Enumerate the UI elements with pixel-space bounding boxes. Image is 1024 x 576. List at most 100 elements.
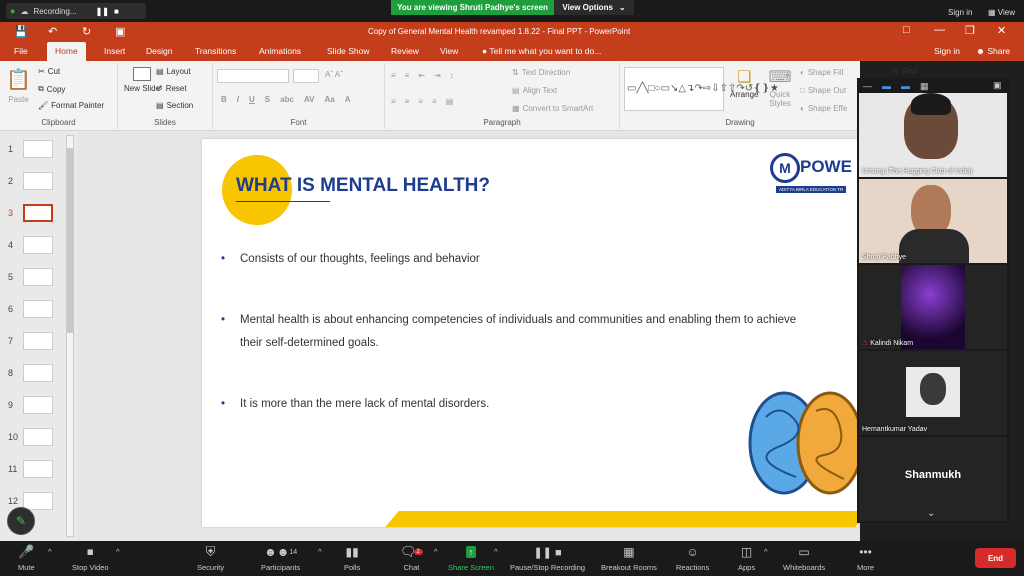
present-icon[interactable]: ▣ <box>115 25 125 38</box>
thumbnail-6[interactable]: 6 <box>4 299 74 321</box>
tab-slide-show[interactable]: Slide Show <box>319 42 378 61</box>
undo-icon[interactable]: ↶ <box>48 25 57 38</box>
thumbnail-8[interactable]: 8 <box>4 363 74 385</box>
list-buttons[interactable]: ≡ ≡ ⇤ ⇥ ↕ <box>391 71 454 80</box>
thumbnail-7[interactable]: 7 <box>4 331 74 353</box>
participant-tile-2[interactable]: Shruti Padhye <box>859 179 1007 263</box>
shape-effects-button[interactable]: ◐ Shape Effe <box>800 104 847 113</box>
pop-out-icon[interactable]: ▣ <box>993 80 1002 91</box>
arrange-button[interactable]: ❏ Arrange <box>730 67 758 99</box>
strip-view-icon[interactable]: ▬ <box>882 81 891 92</box>
thumbnail-9[interactable]: 9 <box>4 395 74 417</box>
tab-design[interactable]: Design <box>138 42 180 61</box>
stop-recording-icon[interactable]: ■ <box>114 7 119 16</box>
more-button[interactable]: ••• More <box>857 543 874 572</box>
security-button[interactable]: ⛨ Security <box>197 543 224 572</box>
quick-styles-button[interactable]: ⌨ Quick Styles <box>766 67 794 108</box>
panel-view-controls[interactable]: — ▬ ▬ ▦ <box>863 81 929 92</box>
tab-view[interactable]: View <box>432 42 466 61</box>
thumbnails-scrollbar[interactable] <box>66 135 74 537</box>
ppt-signin-link[interactable]: Sign in <box>926 42 968 61</box>
chat-button[interactable]: 🗨 2 Chat <box>400 543 423 572</box>
reset-button[interactable]: ↺ Reset <box>156 84 187 93</box>
reactions-button[interactable]: ☺ Reactions <box>676 543 709 572</box>
font-format-buttons[interactable]: B I U Sabc AV Aa A <box>221 95 350 104</box>
align-text-button[interactable]: ▤ Align Text <box>512 86 557 95</box>
mute-options-chevron-icon[interactable]: ^ <box>48 547 52 556</box>
microphone-icon: 🎤 <box>18 544 35 559</box>
apps-button[interactable]: ◫ Apps <box>738 543 755 572</box>
copy-button[interactable]: ⧉ Copy <box>38 84 65 94</box>
section-button[interactable]: ▤ Section <box>156 101 193 110</box>
thumbnail-2[interactable]: 2 <box>4 171 74 193</box>
text-direction-button[interactable]: ⇅ Text Direction <box>512 68 570 77</box>
shape-fill-button[interactable]: ◐ Shape Fill <box>800 68 843 77</box>
gallery-view-icon[interactable]: ▦ <box>920 81 929 92</box>
annotate-pen-icon[interactable]: ✎ <box>7 507 35 535</box>
zoom-signin-link[interactable]: Sign in <box>948 8 972 17</box>
video-options-chevron-icon[interactable]: ^ <box>116 547 120 556</box>
whiteboards-button[interactable]: ▭ Whiteboards <box>783 543 825 572</box>
participant-tile-4[interactable]: Hemantkumar Yadav <box>859 351 1007 435</box>
thumbnail-1[interactable]: 1 <box>4 139 74 161</box>
paste-button[interactable]: 📋 Paste <box>6 67 31 104</box>
tab-file[interactable]: File <box>6 42 36 61</box>
pause-recording-icon[interactable]: ❚❚ <box>96 7 109 16</box>
thumbnail-5[interactable]: 5 <box>4 267 74 289</box>
participant-tile-3[interactable]: ⚠ Kalindi Nikam <box>859 265 1007 349</box>
share-button[interactable]: ☻ Share <box>968 42 1018 61</box>
tab-home[interactable]: Home <box>47 42 86 61</box>
tell-me-box[interactable]: ● Tell me what you want to do... <box>474 42 609 61</box>
zoom-view-button[interactable]: ▦ View <box>988 8 1015 17</box>
outline-icon: □ <box>800 86 805 95</box>
new-slide-button[interactable]: New Slide <box>124 67 160 93</box>
breakout-rooms-button[interactable]: ▦ Breakout Rooms <box>601 543 657 572</box>
single-view-icon[interactable]: ▬ <box>901 81 910 92</box>
close-icon[interactable]: ✕ <box>997 24 1006 37</box>
tab-animations[interactable]: Animations <box>251 42 309 61</box>
font-size-input[interactable] <box>293 69 319 83</box>
tab-transitions[interactable]: Transitions <box>187 42 244 61</box>
share-options-chevron-icon[interactable]: ^ <box>494 547 498 556</box>
minimize-icon[interactable]: — <box>934 24 945 36</box>
thumbnail-4[interactable]: 4 <box>4 235 74 257</box>
font-name-input[interactable] <box>217 69 289 83</box>
mute-button[interactable]: 🎤 Mute <box>18 543 35 572</box>
format-painter-button[interactable]: 🖌 Format Painter <box>38 101 104 110</box>
ribbon-display-icon[interactable]: □ <box>903 24 910 36</box>
pause-recording-button[interactable]: ❚❚ ■ Pause/Stop Recording <box>510 543 585 573</box>
text-direction-icon: ⇅ <box>512 68 519 77</box>
tab-insert[interactable]: Insert <box>96 42 133 61</box>
minimize-panel-icon[interactable]: — <box>863 81 872 92</box>
apps-options-chevron-icon[interactable]: ^ <box>764 547 768 556</box>
view-options-button[interactable]: View Options ⌄ <box>554 0 634 15</box>
whiteboard-icon: ▭ <box>798 545 810 559</box>
participants-button[interactable]: ☻☻ 14 Participants <box>261 543 300 572</box>
layout-button[interactable]: ▤ Layout <box>156 67 191 76</box>
thumbnail-11[interactable]: 11 <box>4 459 74 481</box>
current-slide[interactable]: WHAT IS MENTAL HEALTH? M POWE ADITYA BIR… <box>202 139 858 527</box>
restore-icon[interactable]: ❐ <box>965 24 975 37</box>
thumbnail-3[interactable]: 3 <box>4 203 74 225</box>
chat-bubble-icon: 🗨 2 <box>400 543 423 561</box>
participant-tile-1[interactable]: Umang (The Hugging Club of India) <box>859 93 1007 177</box>
thumbnail-10[interactable]: 10 <box>4 427 74 449</box>
redo-icon[interactable]: ↻ <box>82 25 91 38</box>
share-screen-button[interactable]: ↑ Share Screen <box>448 543 494 572</box>
participants-options-chevron-icon[interactable]: ^ <box>318 547 322 556</box>
find-button[interactable]: ⚲ Find <box>893 67 917 76</box>
shape-outline-button[interactable]: □ Shape Out <box>800 86 846 95</box>
chat-options-chevron-icon[interactable]: ^ <box>434 547 438 556</box>
end-meeting-button[interactable]: End <box>975 548 1016 568</box>
convert-smartart-button[interactable]: ▦ Convert to SmartArt <box>512 104 593 113</box>
stop-video-button[interactable]: ⏹ Stop Video <box>72 543 109 572</box>
tab-review[interactable]: Review <box>383 42 427 61</box>
scroll-down-chevron-icon[interactable]: ⌄ <box>927 508 935 519</box>
save-icon[interactable]: 💾 <box>14 25 28 38</box>
participant-name: ⚠ Kalindi Nikam <box>862 340 914 347</box>
font-size-buttons[interactable]: Aˆ Aˇ <box>325 70 343 79</box>
polls-button[interactable]: ▮▮ Polls <box>344 543 360 572</box>
shapes-gallery[interactable]: ▭╱╲□○▭↘△↴↷⇨⇩⇧⇧↷↺❴❵★ <box>624 67 779 111</box>
cut-button[interactable]: ✂ Cut <box>38 67 60 76</box>
align-buttons[interactable]: ≡ ≡ ≡ ≡ ▤ <box>391 97 453 106</box>
